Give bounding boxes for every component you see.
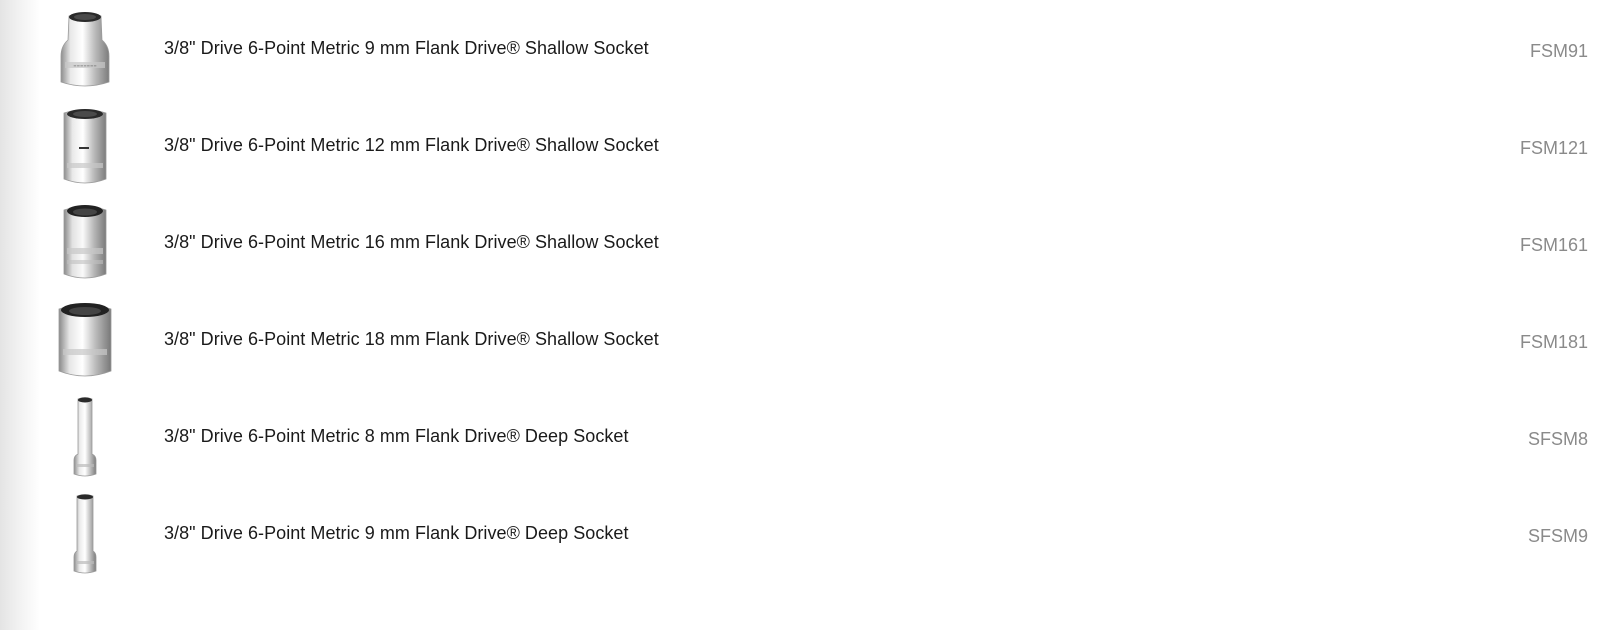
product-sku: SFSM8 — [1527, 429, 1588, 449]
product-sku: FSM161 — [1519, 235, 1588, 255]
product-name-link[interactable]: 3/8" Drive 6-Point Metric 9 mm Flank Dri… — [164, 38, 649, 59]
product-sku: FSM181 — [1519, 332, 1588, 352]
product-list-page: ≡≡≡≡≡≡≡ 3/8" Drive 6-Point Metric 9 mm F… — [0, 0, 1600, 630]
product-name-link[interactable]: 3/8" Drive 6-Point Metric 16 mm Flank Dr… — [164, 232, 659, 253]
deep-socket-icon[interactable] — [50, 394, 120, 478]
svg-text:≡≡≡≡≡≡≡: ≡≡≡≡≡≡≡ — [73, 63, 96, 68]
shallow-socket-icon[interactable] — [50, 297, 120, 381]
product-row[interactable]: 3/8" Drive 6-Point Metric 18 mm Flank Dr… — [0, 291, 1600, 388]
shallow-socket-icon[interactable] — [50, 103, 120, 187]
product-row[interactable]: ≡≡≡≡≡≡≡ 3/8" Drive 6-Point Metric 9 mm F… — [0, 0, 1600, 97]
product-sku: FSM121 — [1519, 138, 1588, 158]
product-row[interactable]: 3/8" Drive 6-Point Metric 9 mm Flank Dri… — [0, 485, 1600, 582]
product-list: ≡≡≡≡≡≡≡ 3/8" Drive 6-Point Metric 9 mm F… — [0, 0, 1600, 582]
product-row[interactable]: 3/8" Drive 6-Point Metric 12 mm Flank Dr… — [0, 97, 1600, 194]
product-name-link[interactable]: 3/8" Drive 6-Point Metric 8 mm Flank Dri… — [164, 426, 629, 447]
deep-socket-icon[interactable] — [50, 491, 120, 575]
product-row[interactable]: 3/8" Drive 6-Point Metric 16 mm Flank Dr… — [0, 194, 1600, 291]
product-name-link[interactable]: 3/8" Drive 6-Point Metric 9 mm Flank Dri… — [164, 523, 629, 544]
product-sku: SFSM9 — [1527, 526, 1588, 546]
product-name-link[interactable]: 3/8" Drive 6-Point Metric 18 mm Flank Dr… — [164, 329, 659, 350]
shallow-socket-icon[interactable] — [50, 200, 120, 284]
product-name-link[interactable]: 3/8" Drive 6-Point Metric 12 mm Flank Dr… — [164, 135, 659, 156]
shallow-socket-icon[interactable]: ≡≡≡≡≡≡≡ — [50, 6, 120, 90]
product-sku: FSM91 — [1529, 41, 1588, 61]
product-row[interactable]: 3/8" Drive 6-Point Metric 8 mm Flank Dri… — [0, 388, 1600, 485]
